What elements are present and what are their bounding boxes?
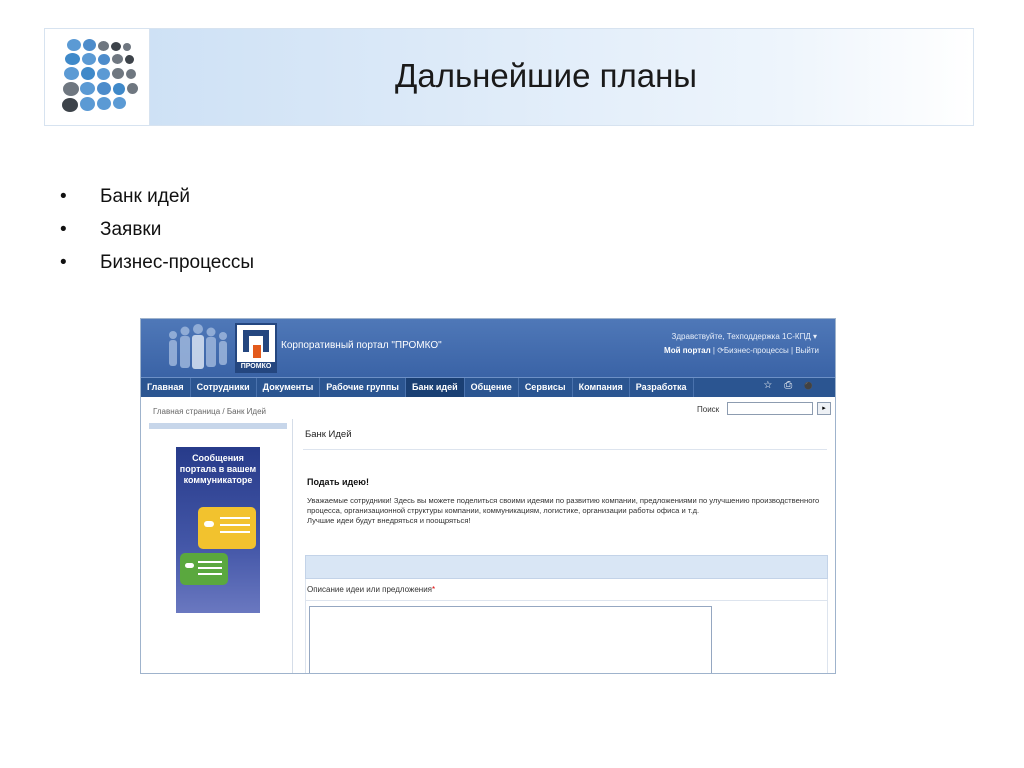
form-description: Уважаемые сотрудники! Здесь вы можете по… xyxy=(307,496,827,526)
nav-tools: ☆⎙⚫ xyxy=(763,380,825,391)
nav-item-home[interactable]: Главная xyxy=(141,378,191,397)
slide-title: Дальнейшие планы xyxy=(395,57,698,94)
business-processes-link[interactable]: Бизнес-процессы xyxy=(724,346,789,355)
bullet-item: • Бизнес-процессы xyxy=(60,252,254,285)
bullet-marker: • xyxy=(60,186,67,207)
bullet-item: • Заявки xyxy=(60,219,254,252)
search-input[interactable] xyxy=(727,402,813,415)
form-title: Подать идею! xyxy=(307,477,369,487)
sitemap-icon[interactable]: ⚫ xyxy=(804,383,825,390)
sidebar-bar xyxy=(149,423,287,429)
link-separator: | xyxy=(791,346,794,355)
bullet-text: Бизнес-процессы xyxy=(100,252,254,273)
logout-link[interactable]: Выйти xyxy=(795,346,819,355)
chat-bubble-icon xyxy=(198,507,256,549)
promko-logo[interactable]: ПРОМКО xyxy=(235,323,277,373)
left-sidebar: Сообщения портала в вашем коммуникаторе xyxy=(141,419,293,673)
search-button[interactable]: ▸ xyxy=(817,402,831,415)
page-title: Банк Идей xyxy=(305,429,352,440)
nav-item-communication[interactable]: Общение xyxy=(465,378,519,397)
company-logo xyxy=(45,29,150,125)
bullet-marker: • xyxy=(60,219,67,240)
nav-item-employees[interactable]: Сотрудники xyxy=(191,378,257,397)
nav-item-idea-bank[interactable]: Банк идей xyxy=(405,378,465,397)
promko-logo-text: ПРОМКО xyxy=(237,362,275,371)
divider xyxy=(303,449,827,450)
my-portal-link[interactable]: Мой портал xyxy=(664,346,711,355)
header-links: Мой портал | ⟳Бизнес-процессы | Выйти xyxy=(664,346,819,355)
print-icon[interactable]: ⎙ xyxy=(784,380,804,391)
banner-text: Сообщения портала в вашем коммуникаторе xyxy=(179,453,257,485)
nav-item-company[interactable]: Компания xyxy=(573,378,630,397)
portal-header: ПРОМКО Корпоративный портал "ПРОМКО" Здр… xyxy=(141,319,835,377)
nav-item-workgroups[interactable]: Рабочие группы xyxy=(320,378,406,397)
business-process-icon: ⟳ xyxy=(717,346,724,355)
chat-bubble-icon xyxy=(180,553,228,585)
bullet-marker: • xyxy=(60,252,67,273)
field-label-text: Описание идеи или предложения xyxy=(307,585,432,594)
portal-screenshot: ПРОМКО Корпоративный портал "ПРОМКО" Здр… xyxy=(140,318,836,674)
nav-item-documents[interactable]: Документы xyxy=(257,378,321,397)
link-separator: | xyxy=(712,346,715,355)
nav-item-services[interactable]: Сервисы xyxy=(519,378,573,397)
nav-item-development[interactable]: Разработка xyxy=(630,378,694,397)
portal-nav: Главная Сотрудники Документы Рабочие гру… xyxy=(141,377,835,397)
form-header-bar xyxy=(305,555,828,579)
idea-description-label: Описание идеи или предложения* xyxy=(307,585,435,594)
favorites-icon[interactable]: ☆ xyxy=(763,380,784,391)
bullet-item: • Банк идей xyxy=(60,186,254,219)
breadcrumb[interactable]: Главная страница / Банк Идей xyxy=(153,407,266,416)
bullet-list: • Банк идей • Заявки • Бизнес-процессы xyxy=(60,186,254,285)
messenger-banner[interactable]: Сообщения портала в вашем коммуникаторе xyxy=(176,447,260,613)
user-greeting[interactable]: Здравствуйте, Техподдержка 1С-КПД ▾ xyxy=(672,332,817,341)
required-mark: * xyxy=(432,585,436,594)
bullet-text: Банк идей xyxy=(100,186,190,207)
people-silhouettes-icon xyxy=(169,324,227,369)
description-text: Уважаемые сотрудники! Здесь вы можете по… xyxy=(307,496,820,515)
portal-title: Корпоративный портал "ПРОМКО" xyxy=(281,340,442,351)
bullet-text: Заявки xyxy=(100,219,162,240)
description-note: Лучшие идеи будут внедряться и поощрятьс… xyxy=(307,516,471,525)
idea-description-textarea[interactable] xyxy=(309,606,712,673)
search-label: Поиск xyxy=(697,405,720,414)
slide-header: Дальнейшие планы xyxy=(44,28,974,126)
